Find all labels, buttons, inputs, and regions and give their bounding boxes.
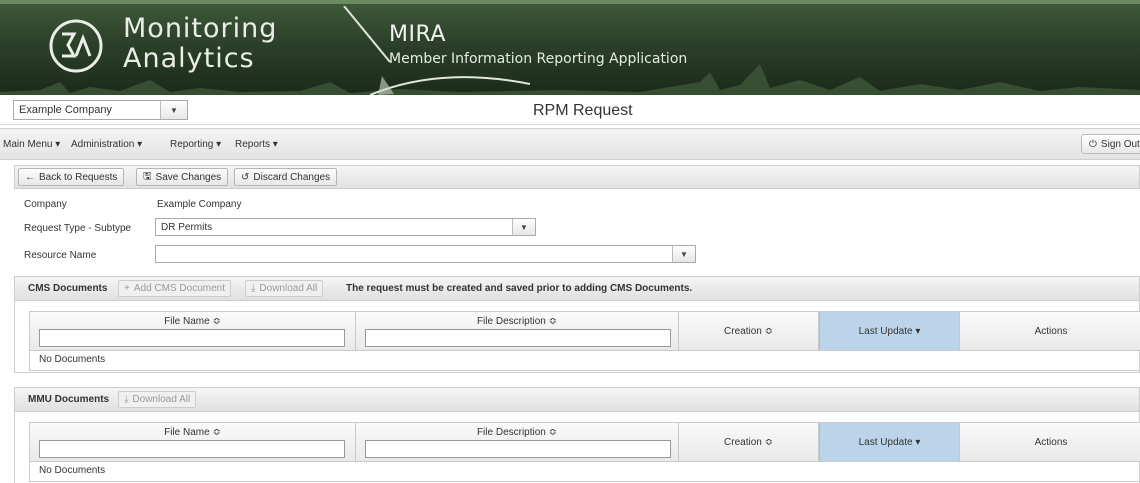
chevron-down-icon[interactable]: ▼ [512, 219, 535, 235]
column-header-label: File Description ≎ [476, 427, 558, 438]
discard-changes-button[interactable]: ↺ Discard Changes [234, 168, 338, 186]
mmu-panel-header: MMU Documents ⤓ Download All [15, 388, 1139, 412]
add-cms-label: Add CMS Document [133, 283, 225, 294]
plus-icon: + [124, 283, 130, 294]
mmu-documents-panel: MMU Documents ⤓ Download All File Name ≎… [14, 387, 1140, 483]
cms-download-all-button[interactable]: ⤓ Download All [245, 280, 324, 297]
resource-name-select[interactable]: ▼ [155, 245, 696, 263]
main-menu-bar: Main Menu ▾ Administration ▾ Reporting ▾… [0, 128, 1140, 160]
company-select[interactable]: Example Company ▼ [13, 100, 188, 120]
app-title: MIRA [389, 22, 446, 47]
arrow-left-icon: ← [25, 171, 35, 183]
add-cms-document-button[interactable]: + Add CMS Document [118, 280, 231, 297]
brand-name: Monitoring Analytics [123, 14, 277, 74]
resource-name-label: Resource Name [24, 250, 97, 261]
company-label: Company [24, 199, 67, 210]
column-header-label: File Name ≎ [164, 316, 221, 327]
power-icon: ⏻ [1089, 138, 1097, 150]
cms-file-name-filter-input[interactable] [39, 329, 345, 347]
sign-out-label: Sign Out [1100, 138, 1140, 150]
download-icon: ⤓ [124, 394, 129, 405]
monitoring-analytics-logo-icon [49, 19, 103, 73]
cms-col-file-name[interactable]: File Name ≎ [30, 312, 356, 350]
cms-file-description-filter-input[interactable] [365, 329, 671, 347]
cms-documents-table: File Name ≎ File Description ≎ Creation … [29, 311, 1140, 371]
save-label: Save Changes [155, 171, 222, 183]
title-row: Example Company ▼ RPM Request [0, 97, 1140, 125]
mmu-col-actions: Actions [960, 423, 1140, 461]
column-header-label: Creation ≎ [724, 326, 773, 337]
mmu-file-name-filter-input[interactable] [39, 440, 345, 458]
column-header-label: File Description ≎ [476, 316, 558, 327]
mmu-panel-title: MMU Documents [28, 394, 110, 405]
discard-label: Discard Changes [253, 171, 331, 183]
menu-reports[interactable]: Reports ▾ [235, 139, 278, 150]
mmu-col-file-name[interactable]: File Name ≎ [30, 423, 356, 461]
cms-col-actions: Actions [960, 312, 1140, 350]
request-type-select[interactable]: DR Permits ▼ [155, 218, 536, 236]
cms-download-label: Download All [259, 283, 318, 294]
request-type-label: Request Type - Subtype [24, 223, 132, 234]
menu-reporting[interactable]: Reporting ▾ [170, 139, 221, 150]
mmu-documents-table: File Name ≎ File Description ≎ Creation … [29, 422, 1140, 482]
empty-state-text: No Documents [39, 465, 106, 476]
company-value: Example Company [157, 199, 242, 210]
request-toolbar: ← Back to Requests 🖫 Save Changes ↺ Disc… [14, 165, 1140, 189]
cms-col-file-description[interactable]: File Description ≎ [356, 312, 679, 350]
save-icon: 🖫 [143, 170, 152, 182]
mmu-download-all-button[interactable]: ⤓ Download All [118, 391, 197, 408]
mmu-download-label: Download All [132, 394, 191, 405]
cms-documents-panel: CMS Documents + Add CMS Document ⤓ Downl… [14, 276, 1140, 373]
cms-panel-header: CMS Documents + Add CMS Document ⤓ Downl… [15, 277, 1139, 301]
download-icon: ⤓ [251, 283, 256, 294]
column-header-label: File Name ≎ [164, 427, 221, 438]
column-header-label: Actions [1034, 437, 1068, 448]
request-type-value: DR Permits [161, 221, 213, 233]
empty-state-text: No Documents [39, 354, 106, 365]
column-header-label: Creation ≎ [724, 437, 773, 448]
app-subtitle: Member Information Reporting Application [389, 51, 688, 67]
cms-panel-title: CMS Documents [28, 283, 108, 294]
mmu-col-file-description[interactable]: File Description ≎ [356, 423, 679, 461]
banner-top-strip [0, 0, 1140, 4]
menu-main-menu[interactable]: Main Menu ▾ [3, 139, 60, 150]
column-header-label: Last Update ▾ [858, 326, 921, 337]
company-select-value: Example Company [19, 104, 112, 116]
back-to-requests-button[interactable]: ← Back to Requests [18, 168, 125, 186]
column-header-label: Last Update ▾ [858, 437, 921, 448]
column-header-label: Actions [1034, 326, 1068, 337]
chevron-down-icon[interactable]: ▼ [672, 246, 695, 262]
save-changes-button[interactable]: 🖫 Save Changes [136, 168, 229, 186]
mmu-file-description-filter-input[interactable] [365, 440, 671, 458]
cms-col-creation[interactable]: Creation ≎ [679, 312, 819, 350]
undo-icon: ↺ [241, 171, 250, 183]
brand-line-1: Monitoring [123, 13, 278, 44]
header-divider [30, 461, 1140, 462]
cms-col-last-update[interactable]: Last Update ▾ [819, 312, 960, 350]
header-divider [30, 350, 1140, 351]
mmu-col-creation[interactable]: Creation ≎ [679, 423, 819, 461]
chevron-down-icon[interactable]: ▼ [160, 101, 187, 119]
app-banner: Monitoring Analytics MIRA Member Informa… [0, 0, 1140, 95]
cms-info-message: The request must be created and saved pr… [346, 283, 693, 294]
sign-out-button[interactable]: ⏻ Sign Out [1081, 134, 1140, 154]
mmu-col-last-update[interactable]: Last Update ▾ [819, 423, 960, 461]
back-label: Back to Requests [39, 171, 118, 183]
page-title: RPM Request [533, 102, 633, 119]
brand-line-2: Analytics [123, 43, 255, 74]
menu-administration[interactable]: Administration ▾ [71, 139, 142, 150]
